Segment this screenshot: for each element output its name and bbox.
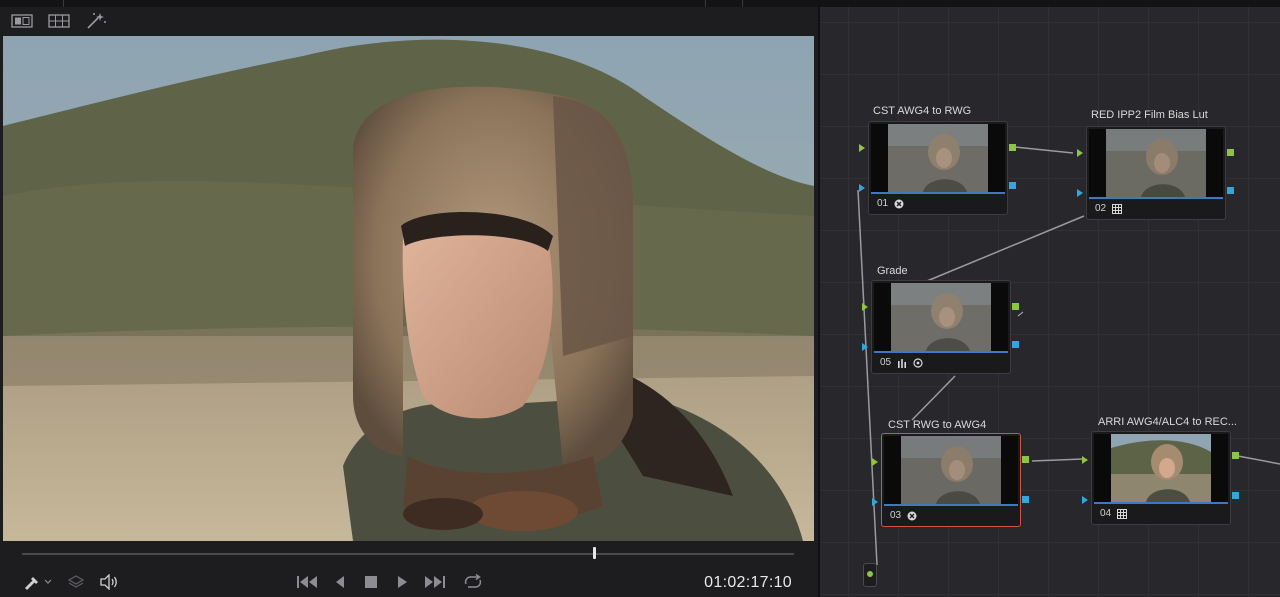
wire-02-05 [926, 215, 1085, 282]
node-03-label: CST RWG to AWG4 [888, 419, 987, 431]
single-viewer-icon[interactable] [9, 11, 35, 31]
viewer-toolbar [0, 7, 818, 35]
lut-icon [1112, 203, 1123, 214]
speaker-icon[interactable] [96, 571, 122, 593]
play-icon[interactable] [389, 571, 415, 593]
color-space-transform-icon [894, 199, 904, 208]
node-03[interactable]: 03 [872, 433, 1029, 527]
viewer-panel: 01:02:17:10 [0, 0, 818, 597]
step-back-icon[interactable] [327, 571, 353, 593]
resolve-color-page: 01:02:17:10 CST AWG4 to RWG 01 RED IPP2 … [0, 0, 1280, 597]
node-04-rgb-output[interactable] [1232, 452, 1239, 459]
node-04[interactable]: 04 [1082, 431, 1239, 525]
node-02-rgb-input[interactable] [1077, 149, 1083, 157]
node-05-key-output[interactable] [1012, 341, 1019, 348]
node-03-rgb-input[interactable] [872, 458, 878, 466]
wire-source [857, 189, 878, 566]
node-05-rgb-output[interactable] [1012, 303, 1019, 310]
skip-start-icon[interactable] [294, 571, 320, 593]
lut-icon [1117, 508, 1128, 519]
viewer-frame-image[interactable] [3, 36, 814, 541]
node-03-number: 03 [890, 510, 902, 521]
node-02-thumbnail [1089, 129, 1223, 197]
node-04-key-input[interactable] [1082, 496, 1088, 504]
node-01-rgb-output[interactable] [1009, 144, 1016, 151]
node-03-key-input[interactable] [872, 498, 878, 506]
wire-03-04 [1031, 458, 1084, 462]
transport-bar: 01:02:17:10 [0, 566, 818, 597]
timecode-readout: 01:02:17:10 [704, 574, 792, 591]
qualifier-icon [913, 357, 923, 368]
node-02-key-input[interactable] [1077, 189, 1083, 197]
magic-wand-icon[interactable] [83, 11, 109, 31]
wire-05-03 [911, 375, 956, 421]
node-05-thumbnail [874, 283, 1008, 351]
node-03-thumbnail [884, 436, 1018, 504]
node-04-label: ARRI AWG4/ALC4 to REC... [1098, 416, 1237, 428]
node-01[interactable]: 01 [859, 121, 1016, 215]
node-05-number: 05 [880, 357, 892, 368]
node-04-rgb-input[interactable] [1082, 456, 1088, 464]
source-input-node[interactable] [863, 563, 877, 587]
node-02-key-output[interactable] [1227, 187, 1234, 194]
node-05-rgb-input[interactable] [862, 303, 868, 311]
source-output-port[interactable] [867, 571, 873, 577]
node-04-thumbnail [1094, 434, 1228, 502]
skip-end-icon[interactable] [422, 571, 448, 593]
curves-icon [898, 358, 907, 368]
node-02-rgb-output[interactable] [1227, 149, 1234, 156]
node-02-number: 02 [1095, 203, 1107, 214]
wire-04-out [1237, 455, 1280, 465]
frame-woman-in-fur-hat [3, 36, 814, 541]
loop-icon[interactable] [460, 571, 486, 593]
node-02[interactable]: 02 [1077, 126, 1234, 220]
node-04-number: 04 [1100, 508, 1112, 519]
node-03-key-output[interactable] [1022, 496, 1029, 503]
timeline-scrubber[interactable] [22, 553, 794, 555]
color-space-transform-icon [907, 511, 917, 520]
layers-icon[interactable] [63, 571, 89, 593]
node-01-label: CST AWG4 to RWG [873, 105, 972, 117]
node-01-thumbnail [871, 124, 1005, 192]
wire-01-02 [1014, 146, 1074, 154]
node-01-number: 01 [877, 198, 889, 209]
stop-icon[interactable] [358, 571, 384, 593]
viewer-top-strip [0, 0, 818, 7]
node-05-key-input[interactable] [862, 343, 868, 351]
node-04-key-output[interactable] [1232, 492, 1239, 499]
node-01-key-output[interactable] [1009, 182, 1016, 189]
split-viewer-icon[interactable] [46, 11, 72, 31]
node-editor[interactable]: CST AWG4 to RWG 01 RED IPP2 Film Bias Lu… [820, 0, 1280, 597]
scrubber-playhead[interactable] [593, 547, 596, 559]
eyedropper-icon[interactable] [20, 571, 56, 593]
node-03-rgb-output[interactable] [1022, 456, 1029, 463]
node-01-key-input[interactable] [859, 184, 865, 192]
node-05-label: Grade [877, 265, 908, 277]
node-05[interactable]: 05 [862, 280, 1019, 374]
node-01-rgb-input[interactable] [859, 144, 865, 152]
node-02-label: RED IPP2 Film Bias Lut [1091, 109, 1208, 121]
